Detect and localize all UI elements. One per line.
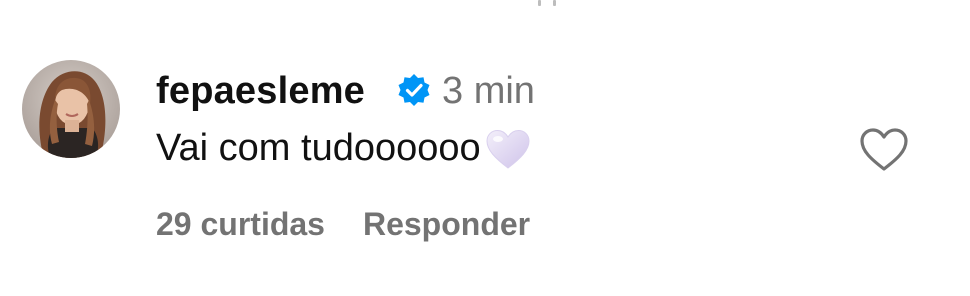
avatar[interactable]	[22, 60, 120, 158]
white-heart-emoji-icon	[485, 129, 531, 171]
comment-username[interactable]: fepaesleme	[156, 68, 365, 114]
like-comment-button[interactable]	[858, 127, 910, 173]
comment-actions: 29 curtidas Responder	[156, 203, 530, 245]
likes-count-link[interactable]: 29 curtidas	[156, 203, 325, 245]
heart-outline-icon	[860, 128, 908, 171]
previous-content-fragment	[538, 0, 556, 6]
comment-screen: fepaesleme 3 min Vai com tudoooooo 29 cu…	[0, 0, 970, 296]
comment-timestamp: 3 min	[442, 70, 535, 112]
reply-button[interactable]: Responder	[363, 203, 530, 245]
comment-text: Vai com tudoooooo	[156, 127, 481, 169]
comment-body: Vai com tudoooooo	[156, 125, 531, 171]
verified-badge-icon	[397, 73, 431, 107]
avatar-image	[22, 60, 120, 158]
